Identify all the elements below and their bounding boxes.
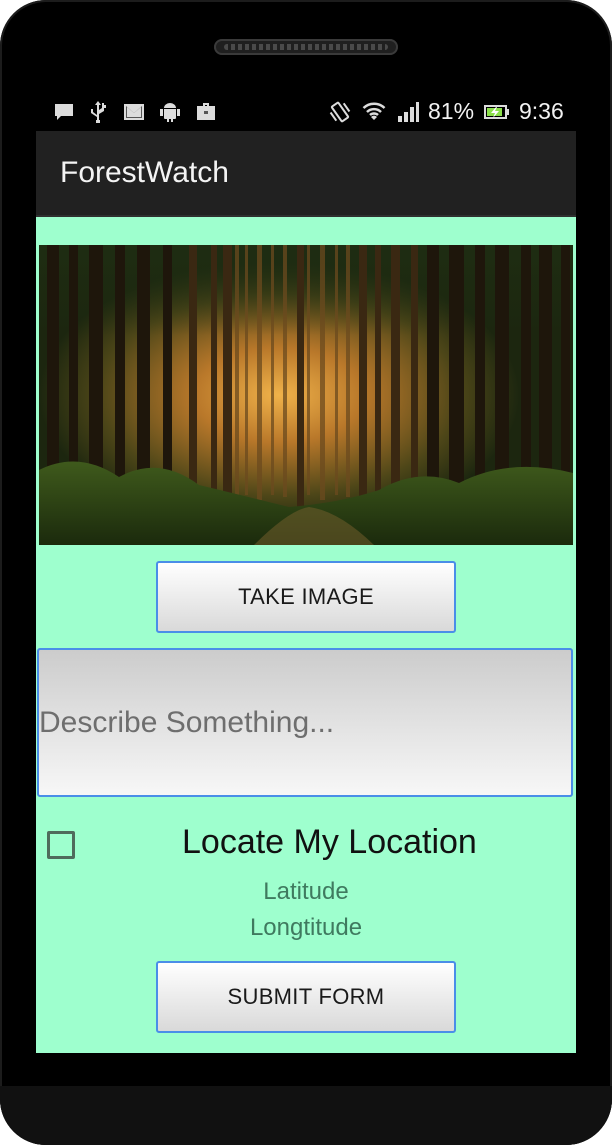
signal-icon (398, 102, 419, 122)
description-input[interactable] (39, 650, 571, 795)
app-title: ForestWatch (60, 156, 229, 189)
wifi-icon (362, 102, 386, 120)
gmail-icon (124, 104, 144, 120)
clock: 9:36 (519, 98, 564, 124)
forest-image (39, 245, 573, 545)
status-bar: 81% 9:36 (36, 92, 576, 132)
description-field-container (37, 648, 573, 797)
briefcase-icon (197, 103, 215, 120)
android-debug-icon (160, 103, 180, 122)
chat-icon (55, 104, 73, 120)
take-image-button[interactable]: TAKE IMAGE (156, 561, 456, 633)
vibrate-icon (329, 101, 351, 123)
usb-icon (91, 101, 106, 123)
submit-form-button[interactable]: SUBMIT FORM (156, 961, 456, 1033)
battery-percent: 81% (428, 98, 475, 124)
battery-charging-icon (484, 105, 509, 119)
bottom-bezel (0, 1086, 612, 1145)
phone-frame: 81% 9:36 ForestWatch TAKE IMAGE Describe… (0, 0, 612, 1145)
locate-checkbox[interactable] (47, 831, 75, 859)
locate-label: Locate My Location (182, 823, 477, 861)
form-content: TAKE IMAGE Locate My Location Latitude L… (36, 217, 576, 1053)
longitude-label: Longtitude (249, 914, 363, 941)
action-bar: ForestWatch (36, 131, 576, 217)
earpiece-speaker (214, 39, 398, 55)
latitude-label: Latitude (263, 878, 349, 905)
